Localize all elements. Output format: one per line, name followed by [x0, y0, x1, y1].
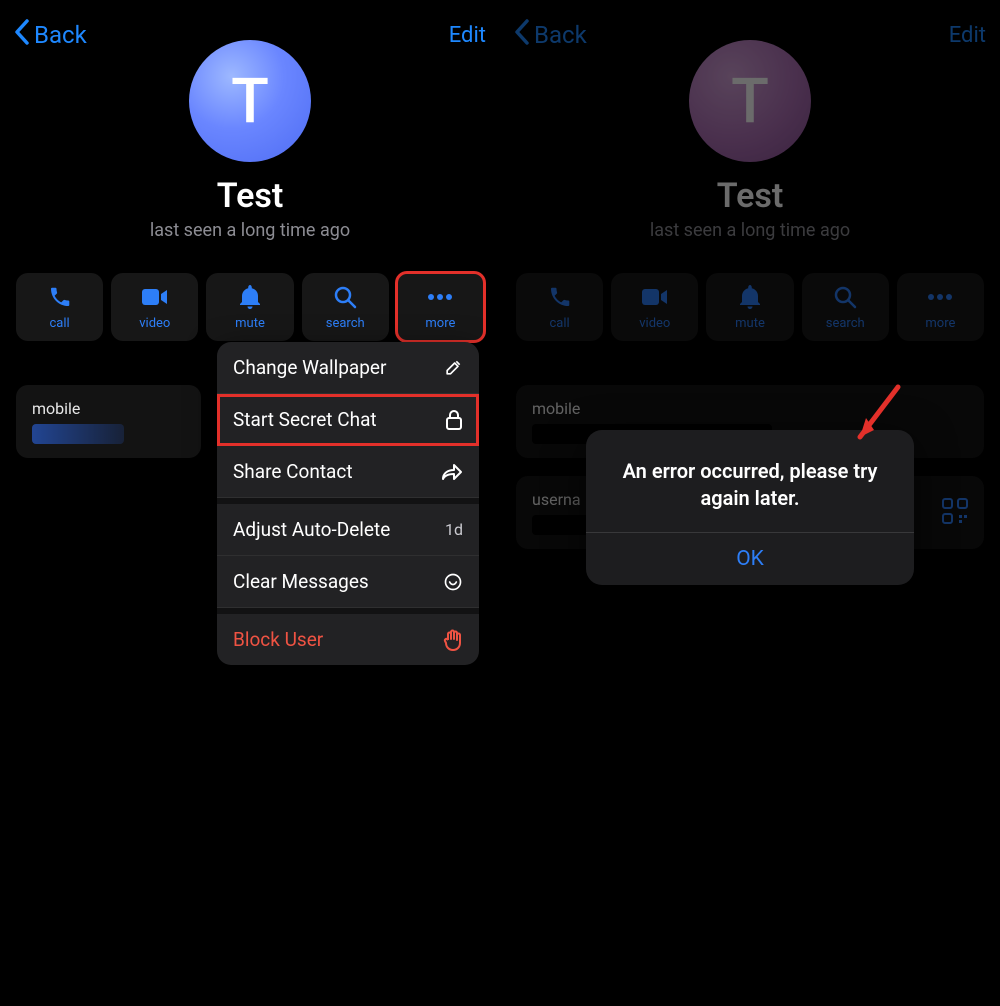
bell-icon: [239, 284, 261, 310]
menu-change-wallpaper[interactable]: Change Wallpaper: [217, 342, 479, 394]
menu-adjust-auto-delete-label: Adjust Auto-Delete: [233, 518, 390, 541]
lock-icon: [445, 409, 463, 431]
search-icon: [333, 284, 357, 310]
search-label: search: [326, 316, 365, 331]
menu-share-contact[interactable]: Share Contact: [217, 446, 479, 498]
back-label: Back: [34, 21, 87, 49]
mute-label: mute: [235, 316, 265, 331]
video-label: video: [639, 316, 670, 331]
share-icon: [441, 463, 463, 481]
call-label: call: [50, 316, 70, 331]
annotation-arrow-icon: [848, 382, 908, 452]
profile-header: T Test last seen a long time ago: [0, 40, 500, 241]
mute-label: mute: [735, 316, 765, 331]
menu-change-wallpaper-label: Change Wallpaper: [233, 356, 386, 379]
video-button-right[interactable]: video: [611, 273, 698, 341]
error-alert-ok-button[interactable]: OK: [586, 533, 914, 585]
menu-clear-messages-label: Clear Messages: [233, 570, 369, 593]
brush-icon: [443, 358, 463, 378]
edit-button[interactable]: Edit: [449, 23, 486, 48]
more-label: more: [425, 316, 455, 331]
clear-icon: [443, 572, 463, 592]
mute-button-right[interactable]: mute: [706, 273, 793, 341]
error-alert: An error occurred, please try again late…: [586, 430, 914, 585]
search-label: search: [826, 316, 865, 331]
phone-icon: [548, 284, 572, 310]
profile-name: Test: [217, 176, 284, 216]
bell-icon: [739, 284, 761, 310]
video-icon: [142, 284, 168, 310]
mobile-value-redacted: [32, 424, 124, 444]
video-button[interactable]: video: [111, 273, 198, 341]
more-icon: [427, 284, 453, 310]
more-button[interactable]: more: [397, 273, 484, 341]
more-label: more: [925, 316, 955, 331]
menu-start-secret-chat[interactable]: Start Secret Chat: [217, 394, 479, 446]
search-button[interactable]: search: [302, 273, 389, 341]
menu-adjust-auto-delete[interactable]: Adjust Auto-Delete 1d: [217, 504, 479, 556]
menu-start-secret-chat-label: Start Secret Chat: [233, 408, 377, 431]
menu-clear-messages[interactable]: Clear Messages: [217, 556, 479, 608]
search-icon: [833, 284, 857, 310]
more-button-right[interactable]: more: [897, 273, 984, 341]
mobile-label: mobile: [32, 399, 185, 418]
menu-auto-delete-value: 1d: [445, 520, 463, 539]
mobile-field-card[interactable]: mobile: [16, 385, 201, 458]
screenshot-left: Back Edit T Test last seen a long time a…: [0, 0, 500, 1006]
call-label: call: [550, 316, 570, 331]
call-button[interactable]: call: [16, 273, 103, 341]
more-icon: [927, 284, 953, 310]
action-row-right: call video mute search more: [500, 241, 1000, 341]
profile-lastseen-right: last seen a long time ago: [650, 220, 850, 241]
back-button[interactable]: Back: [14, 19, 87, 51]
call-button-right[interactable]: call: [516, 273, 603, 341]
menu-block-user-label: Block User: [233, 628, 323, 651]
hand-icon: [443, 629, 463, 651]
avatar[interactable]: T: [189, 40, 311, 162]
profile-lastseen: last seen a long time ago: [150, 220, 350, 241]
chevron-left-icon: [14, 19, 30, 51]
video-label: video: [139, 316, 170, 331]
phone-icon: [48, 284, 72, 310]
profile-header-right: T Test last seen a long time ago: [500, 40, 1000, 241]
video-icon: [642, 284, 668, 310]
search-button-right[interactable]: search: [802, 273, 889, 341]
profile-name-right: Test: [717, 176, 784, 216]
menu-share-contact-label: Share Contact: [233, 460, 353, 483]
qr-icon[interactable]: [942, 498, 968, 528]
mute-button[interactable]: mute: [206, 273, 293, 341]
action-row: call video mute search: [0, 241, 500, 341]
avatar-right[interactable]: T: [689, 40, 811, 162]
more-menu: Change Wallpaper Start Secret Chat Share…: [217, 342, 479, 665]
menu-block-user[interactable]: Block User: [217, 614, 479, 665]
